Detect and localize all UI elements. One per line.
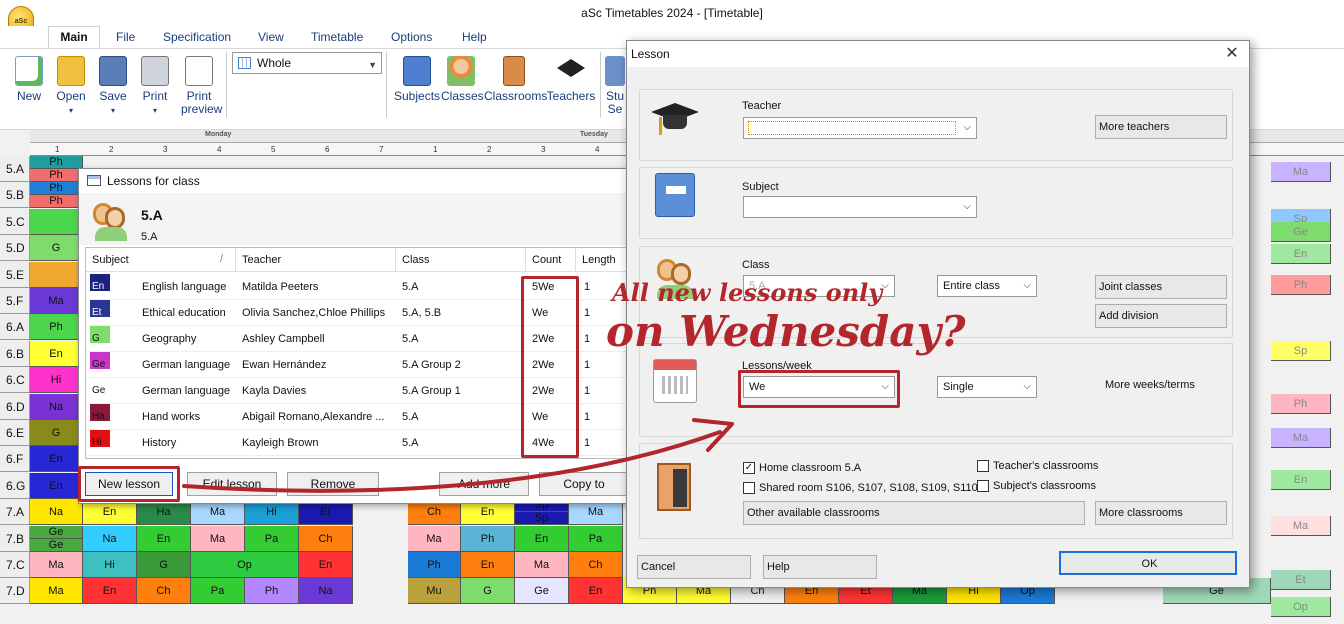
annotation-line2: on Wednesday? [606,307,966,356]
annotation-line1: All new lessons only [612,278,883,307]
